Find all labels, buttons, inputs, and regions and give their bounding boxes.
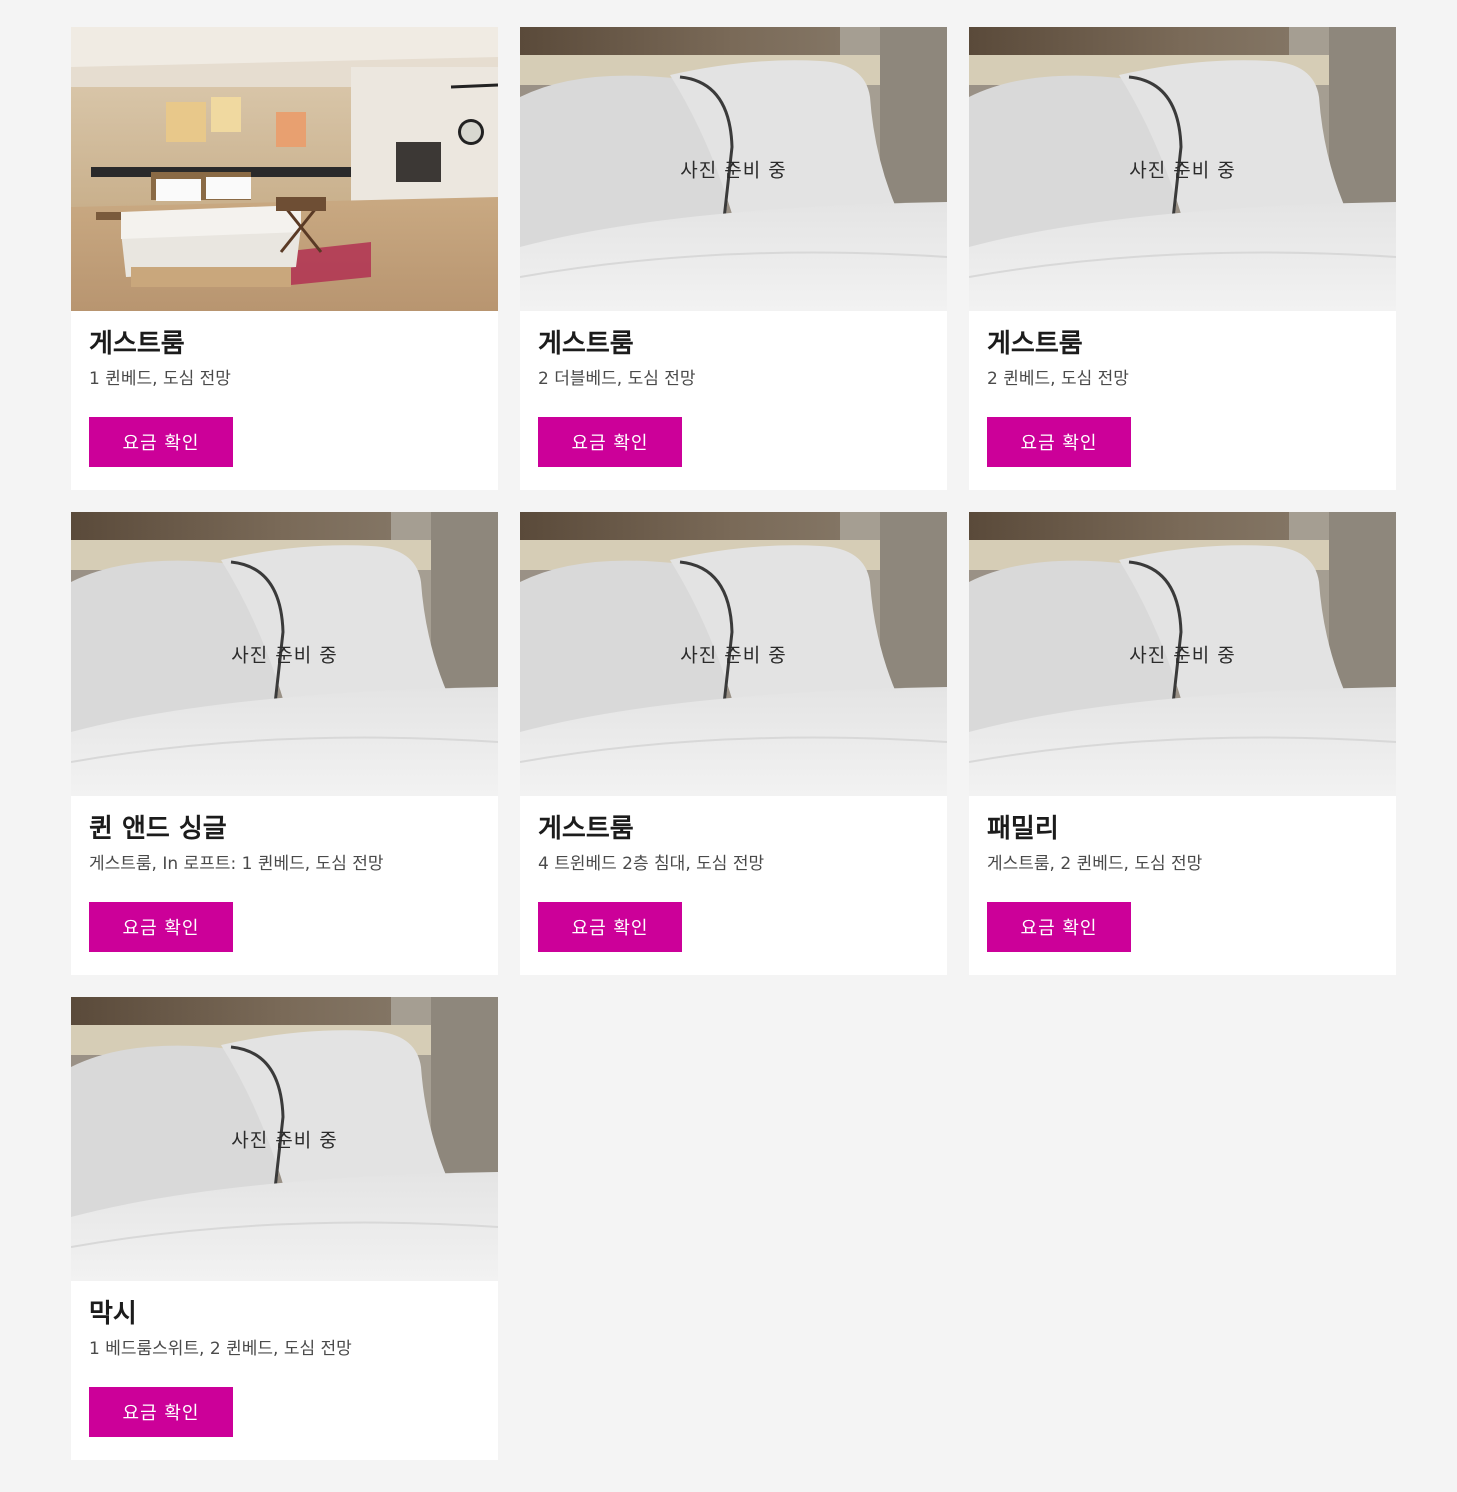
room-card: 사진 준비 중퀸 앤드 싱글게스트룸, In 로프트: 1 퀸베드, 도심 전망… [71,512,498,975]
room-card: 사진 준비 중게스트룸 4 트윈베드 2층 침대, 도심 전망요금 확인 [520,512,947,975]
room-card: 사진 준비 중막시 1 베드룸스위트, 2 퀸베드, 도심 전망요금 확인 [71,997,498,1460]
room-card: 사진 준비 중게스트룸 2 퀸베드, 도심 전망요금 확인 [969,27,1396,490]
room-photo[interactable]: 사진 준비 중 [520,27,947,311]
room-title: 게스트룸 [538,329,634,359]
check-rates-button[interactable]: 요금 확인 [89,417,233,467]
check-rates-button[interactable]: 요금 확인 [538,417,682,467]
photo-coming-soon-label: 사진 준비 중 [680,644,787,667]
room-card-body: 패밀리게스트룸, 2 퀸베드, 도심 전망 [969,796,1396,876]
room-photo[interactable]: 사진 준비 중 [969,27,1396,311]
room-card-body: 막시 1 베드룸스위트, 2 퀸베드, 도심 전망 [71,1281,498,1361]
room-description: 게스트룸, In 로프트: 1 퀸베드, 도심 전망 [89,854,384,874]
room-card: 사진 준비 중게스트룸 2 더블베드, 도심 전망요금 확인 [520,27,947,490]
check-rates-button[interactable]: 요금 확인 [987,902,1131,952]
room-photo[interactable]: 사진 준비 중 [520,512,947,796]
room-photo[interactable]: 사진 준비 중 [71,997,498,1281]
check-rates-button[interactable]: 요금 확인 [89,1387,233,1437]
room-title: 퀸 앤드 싱글 [89,814,227,844]
room-description: 1 베드룸스위트, 2 퀸베드, 도심 전망 [89,1339,352,1359]
photo-coming-soon-label: 사진 준비 중 [231,644,338,667]
room-description: 2 더블베드, 도심 전망 [538,369,696,389]
check-rates-button[interactable]: 요금 확인 [89,902,233,952]
room-description: 2 퀸베드, 도심 전망 [987,369,1129,389]
room-card-body: 게스트룸 2 퀸베드, 도심 전망 [969,311,1396,391]
room-card: 게스트룸 1 퀸베드, 도심 전망요금 확인 [71,27,498,490]
room-description: 1 퀸베드, 도심 전망 [89,369,231,389]
room-card-grid: 게스트룸 1 퀸베드, 도심 전망 요금 확인 사진 준비 중 게스트룸 2 더블베드,… [71,27,1396,1460]
room-title: 패밀리 [987,814,1059,844]
room-card: 사진 준비 중패밀리게스트룸, 2 퀸베드, 도심 전망요금 확인 [969,512,1396,975]
room-card-body: 게스트룸 1 퀸베드, 도심 전망 [71,311,498,391]
room-title: 막시 [89,1299,137,1329]
room-description: 4 트윈베드 2층 침대, 도심 전망 [538,854,765,874]
guest-room-photo [71,27,498,311]
room-card-body: 퀸 앤드 싱글게스트룸, In 로프트: 1 퀸베드, 도심 전망 [71,796,498,876]
room-photo[interactable] [71,27,498,311]
room-title: 게스트룸 [89,329,185,359]
room-photo[interactable]: 사진 준비 중 [71,512,498,796]
room-description: 게스트룸, 2 퀸베드, 도심 전망 [987,854,1203,874]
room-card-body: 게스트룸 4 트윈베드 2층 침대, 도심 전망 [520,796,947,876]
photo-coming-soon-label: 사진 준비 중 [1129,159,1236,182]
photo-coming-soon-label: 사진 준비 중 [680,159,787,182]
check-rates-button[interactable]: 요금 확인 [987,417,1131,467]
photo-coming-soon-label: 사진 준비 중 [231,1129,338,1152]
room-photo[interactable]: 사진 준비 중 [969,512,1396,796]
room-title: 게스트룸 [538,814,634,844]
room-card-body: 게스트룸 2 더블베드, 도심 전망 [520,311,947,391]
room-title: 게스트룸 [987,329,1083,359]
check-rates-button[interactable]: 요금 확인 [538,902,682,952]
photo-coming-soon-label: 사진 준비 중 [1129,644,1236,667]
